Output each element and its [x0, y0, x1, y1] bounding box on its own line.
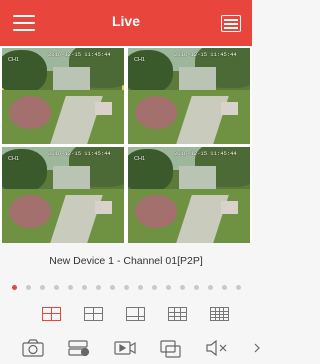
camera-timestamp: 2016-12-15 11:45:44: [48, 150, 111, 157]
page-dot[interactable]: [54, 285, 59, 290]
camera-timestamp: 2016-12-15 11:45:44: [174, 51, 237, 58]
page-indicator[interactable]: [12, 285, 252, 291]
record-icon[interactable]: [66, 337, 92, 359]
page-dot[interactable]: [82, 285, 87, 290]
layout-1plus3-icon[interactable]: [126, 307, 145, 321]
camera-channel-label: CH1: [8, 156, 20, 162]
page-dot[interactable]: [166, 285, 171, 290]
page-dot[interactable]: [152, 285, 157, 290]
mute-icon[interactable]: [204, 337, 230, 359]
page-dot[interactable]: [138, 285, 143, 290]
menu-icon[interactable]: [13, 15, 35, 31]
page-dot[interactable]: [194, 285, 199, 290]
page-title: Live: [111, 13, 140, 29]
layout-3x3-icon[interactable]: [168, 307, 187, 321]
page-dot[interactable]: [180, 285, 185, 290]
camera-view-4[interactable]: 2016-12-15 11:45:44 CH1: [128, 147, 250, 243]
page-dot[interactable]: [124, 285, 129, 290]
page-dot[interactable]: [26, 285, 31, 290]
more-arrow-icon[interactable]: [244, 337, 260, 359]
layout-selector: [0, 307, 252, 329]
bottom-toolbar: [0, 337, 260, 364]
playback-icon[interactable]: [112, 337, 138, 359]
page-dot[interactable]: [96, 285, 101, 290]
device-list-icon[interactable]: [221, 15, 241, 32]
page-dot[interactable]: [110, 285, 115, 290]
page-dot[interactable]: [236, 285, 241, 290]
camera-view-1[interactable]: 2016-12-15 11:45:44 CH1: [2, 48, 124, 144]
camera-channel-label: CH1: [8, 57, 20, 63]
layout-4x4-icon[interactable]: [210, 307, 229, 321]
page-dot[interactable]: [222, 285, 227, 290]
camera-grid: 2016-12-15 11:45:44 CH1 2016-12-15 11:45…: [0, 46, 252, 243]
multi-screen-icon[interactable]: [158, 337, 184, 359]
device-channel-label: New Device 1 - Channel 01[P2P]: [49, 255, 203, 267]
camera-timestamp: 2016-12-15 11:45:44: [174, 150, 237, 157]
camera-view-3[interactable]: 2016-12-15 11:45:44 CH1: [2, 147, 124, 243]
camera-channel-label: CH1: [134, 57, 146, 63]
snapshot-icon[interactable]: [20, 337, 46, 359]
page-dot[interactable]: [40, 285, 45, 290]
camera-channel-label: CH1: [134, 156, 146, 162]
camera-view-2[interactable]: 2016-12-15 11:45:44 CH1: [128, 48, 250, 144]
page-dot[interactable]: [208, 285, 213, 290]
app-header: Live: [0, 0, 252, 46]
page-dot[interactable]: [12, 285, 17, 290]
camera-timestamp: 2016-12-15 11:45:44: [48, 51, 111, 58]
layout-2x2-icon[interactable]: [84, 307, 103, 321]
page-dot[interactable]: [68, 285, 73, 290]
layout-1x4-icon[interactable]: [42, 307, 61, 321]
